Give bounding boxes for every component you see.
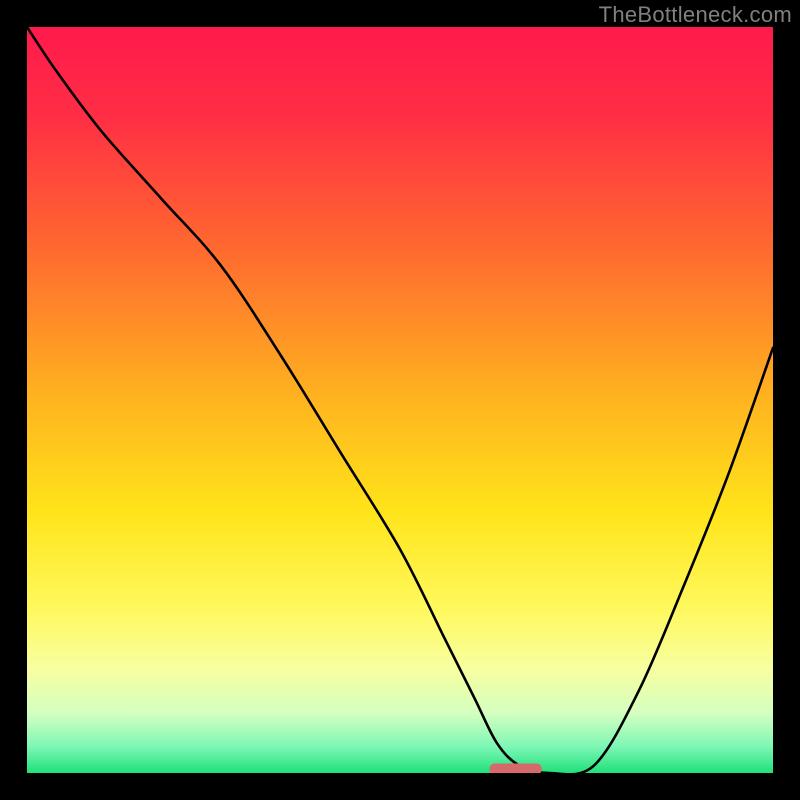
chart-frame: TheBottleneck.com: [0, 0, 800, 800]
chart-svg: [27, 27, 773, 773]
plot-area: [27, 27, 773, 773]
optimal-marker: [490, 764, 542, 773]
gradient-background: [27, 27, 773, 773]
watermark-text: TheBottleneck.com: [599, 2, 792, 28]
